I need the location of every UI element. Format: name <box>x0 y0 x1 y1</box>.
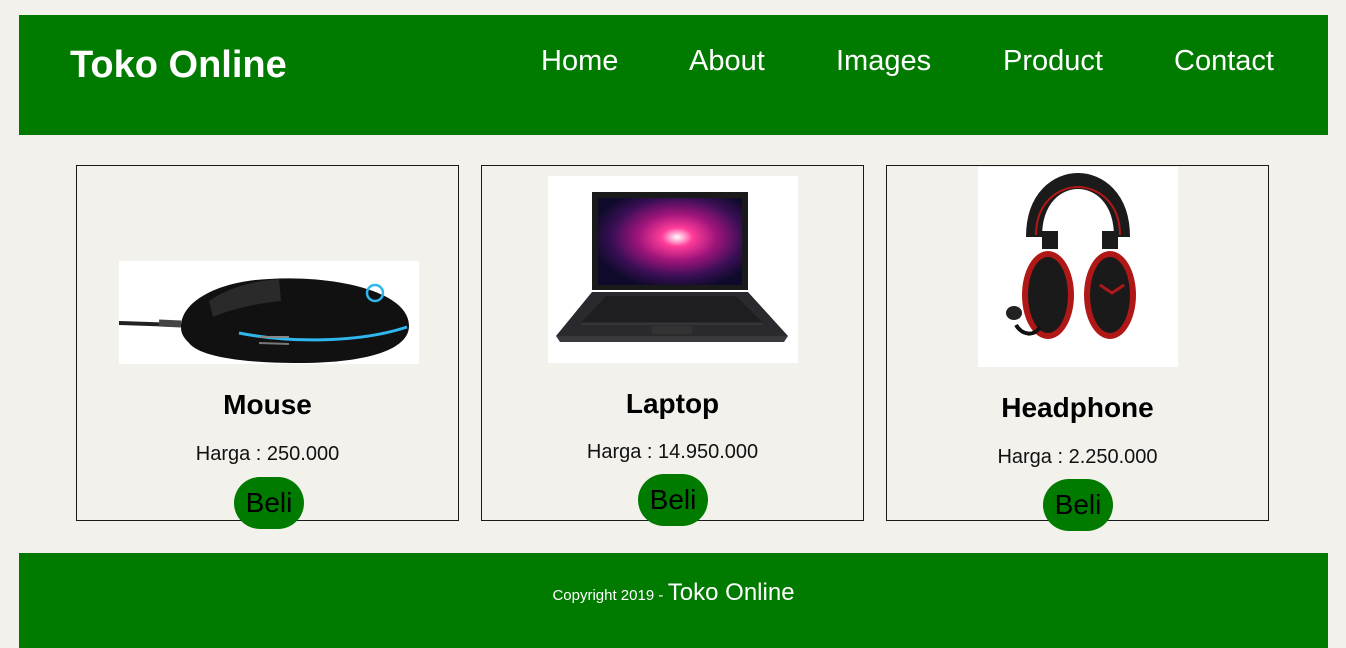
headphone-image <box>978 167 1178 367</box>
laptop-image <box>548 176 798 363</box>
product-name: Headphone <box>1001 392 1154 423</box>
nav-link-home[interactable]: Home <box>541 43 618 79</box>
product-price: Harga : 250.000 <box>195 443 340 465</box>
site-footer: Copyright 2019 - Toko Online <box>19 553 1328 648</box>
footer-brand: Toko Online <box>667 579 795 606</box>
product-card-laptop: Laptop Harga : 14.950.000 Beli <box>481 165 864 526</box>
nav-link-contact[interactable]: Contact <box>1174 43 1274 79</box>
product-price: Harga : 2.250.000 <box>997 446 1158 468</box>
product-name: Mouse <box>223 389 312 420</box>
nav-link-product[interactable]: Product <box>1003 43 1103 79</box>
product-card-mouse: Mouse Harga : 250.000 Beli <box>76 165 459 529</box>
nav-link-about[interactable]: About <box>689 43 765 79</box>
nav-link-images[interactable]: Images <box>836 43 931 79</box>
product-card-headphone: Headphone Harga : 2.250.000 Beli <box>886 165 1269 531</box>
product-name: Laptop <box>625 388 720 419</box>
buy-button[interactable]: Beli <box>1043 479 1113 531</box>
product-price: Harga : 14.950.000 <box>586 441 759 463</box>
buy-button[interactable]: Beli <box>234 477 304 529</box>
brand-title[interactable]: Toko Online <box>70 43 287 87</box>
copyright-text: Copyright 2019 - <box>552 587 664 604</box>
site-header: Toko Online Home About Images Product Co… <box>19 15 1328 135</box>
copyright-line: Copyright 2019 - Toko Online <box>19 577 1328 612</box>
buy-button[interactable]: Beli <box>638 474 708 526</box>
gaming-mouse-image <box>119 261 419 364</box>
